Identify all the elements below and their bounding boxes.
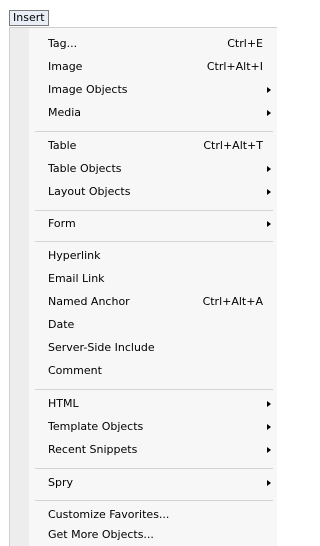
menu-item-html[interactable]: HTML	[10, 394, 276, 415]
menu-item-table-objects[interactable]: Table Objects	[10, 159, 276, 180]
menu-separator	[35, 210, 273, 211]
menu-item-media[interactable]: Media	[10, 103, 276, 124]
menu-item-shortcut: Ctrl+Alt+A	[202, 295, 263, 308]
menu-separator	[35, 241, 273, 242]
menu-item-hyperlink[interactable]: Hyperlink	[10, 246, 276, 267]
menu-item-customize-favorites[interactable]: Customize Favorites...	[10, 505, 276, 526]
menu-item-get-more-objects[interactable]: Get More Objects...	[10, 525, 276, 546]
submenu-arrow-icon	[267, 401, 271, 407]
menu-item-label: Spry	[48, 476, 73, 489]
submenu-arrow-icon	[267, 447, 271, 453]
menu-item-image-objects[interactable]: Image Objects	[10, 80, 276, 101]
menu-item-shortcut: Ctrl+E	[227, 37, 263, 50]
menu-item-server-side-include[interactable]: Server-Side Include	[10, 338, 276, 359]
menu-item-image[interactable]: Image Ctrl+Alt+I	[10, 57, 276, 78]
submenu-arrow-icon	[267, 189, 271, 195]
menu-item-shortcut: Ctrl+Alt+T	[203, 139, 263, 152]
menu-item-spry[interactable]: Spry	[10, 473, 276, 494]
menu-item-label: Date	[48, 318, 75, 331]
insert-menu-dropdown: Tag... Ctrl+E Image Ctrl+Alt+I Image Obj…	[9, 27, 277, 546]
menu-item-form[interactable]: Form	[10, 214, 276, 235]
menu-separator	[35, 468, 273, 469]
menu-item-label: Named Anchor	[48, 295, 130, 308]
menu-item-label: Customize Favorites...	[48, 508, 170, 521]
menu-item-label: Table Objects	[48, 162, 122, 175]
menu-item-label: Comment	[48, 364, 102, 377]
menu-item-label: HTML	[48, 397, 79, 410]
menu-item-label: Template Objects	[48, 420, 144, 433]
menu-item-label: Media	[48, 106, 82, 119]
insert-menu-title[interactable]: Insert	[9, 10, 49, 26]
menu-item-label: Image	[48, 60, 83, 73]
menu-item-label: Layout Objects	[48, 185, 131, 198]
menu-item-tag[interactable]: Tag... Ctrl+E	[10, 34, 276, 55]
menu-item-label: Hyperlink	[48, 249, 101, 262]
menu-item-email-link[interactable]: Email Link	[10, 269, 276, 290]
submenu-arrow-icon	[267, 110, 271, 116]
menu-item-template-objects[interactable]: Template Objects	[10, 417, 276, 438]
menu-item-label: Form	[48, 217, 76, 230]
submenu-arrow-icon	[267, 424, 271, 430]
menu-item-label: Email Link	[48, 272, 105, 285]
menu-item-label: Get More Objects...	[48, 528, 154, 541]
menu-item-label: Recent Snippets	[48, 443, 138, 456]
submenu-arrow-icon	[267, 221, 271, 227]
menu-item-label: Server-Side Include	[48, 341, 155, 354]
menu-item-comment[interactable]: Comment	[10, 361, 276, 382]
submenu-arrow-icon	[267, 480, 271, 486]
menu-separator	[35, 131, 273, 132]
menu-item-label: Tag...	[48, 37, 78, 50]
menu-item-date[interactable]: Date	[10, 315, 276, 336]
submenu-arrow-icon	[267, 166, 271, 172]
menu-item-label: Table	[48, 139, 77, 152]
menu-item-table[interactable]: Table Ctrl+Alt+T	[10, 136, 276, 157]
menu-item-recent-snippets[interactable]: Recent Snippets	[10, 440, 276, 461]
menu-item-layout-objects[interactable]: Layout Objects	[10, 182, 276, 203]
menu-item-shortcut: Ctrl+Alt+I	[206, 60, 263, 73]
menu-separator	[35, 389, 273, 390]
menu-bar: Insert	[0, 0, 277, 30]
submenu-arrow-icon	[267, 87, 271, 93]
menu-separator	[35, 500, 273, 501]
menu-item-label: Image Objects	[48, 83, 128, 96]
menu-item-named-anchor[interactable]: Named Anchor Ctrl+Alt+A	[10, 292, 276, 313]
